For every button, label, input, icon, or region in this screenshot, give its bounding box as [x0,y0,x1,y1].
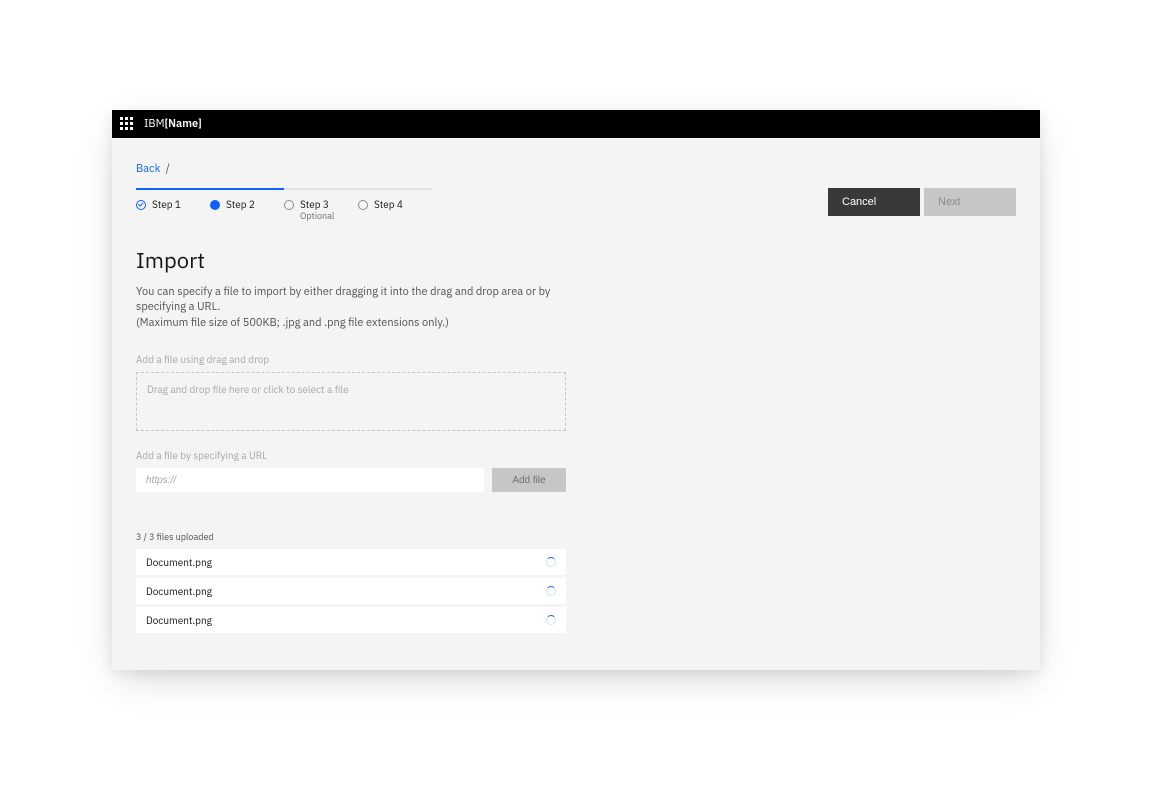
incomplete-step-icon [284,200,294,210]
step-label: Step 3 [300,198,329,211]
step-label: Step 2 [226,198,255,211]
step-3[interactable]: Step 3 Optional [284,188,358,222]
action-buttons: Cancel Next [828,188,1016,216]
breadcrumb: Back / [136,162,1016,176]
file-name: Document.png [146,614,212,627]
back-link[interactable]: Back [136,162,160,176]
left-column: Step 1 Step 2 Step 3 [136,188,566,636]
url-input[interactable] [136,468,484,492]
page-description-line2: (Maximum file size of 500KB; .jpg and .p… [136,316,449,330]
file-row: Document.png [136,549,566,575]
file-row: Document.png [136,607,566,633]
right-column: Cancel Next [606,188,1016,216]
brand-name: [Name] [165,117,202,131]
file-name: Document.png [146,585,212,598]
progress-stepper: Step 1 Step 2 Step 3 [136,188,566,222]
step-sublabel: Optional [300,211,358,222]
content-area: Back / Step 1 [112,138,1040,660]
loading-spinner-icon [546,615,556,625]
current-step-icon [210,200,220,210]
cancel-button[interactable]: Cancel [828,188,920,216]
dropzone-label: Add a file using drag and drop [136,353,566,366]
url-field-label: Add a file by specifying a URL [136,449,566,462]
step-1[interactable]: Step 1 [136,188,210,222]
app-switcher-icon[interactable] [120,117,134,131]
loading-spinner-icon [546,586,556,596]
step-label: Step 4 [374,198,403,211]
breadcrumb-separator: / [166,162,170,176]
app-frame: IBM [Name] Back / Step 1 [112,110,1040,670]
file-dropzone[interactable]: Drag and drop file here or click to sele… [136,372,566,431]
file-name: Document.png [146,556,212,569]
page-description: You can specify a file to import by eith… [136,285,566,331]
page-title: Import [136,246,566,275]
brand-prefix: IBM [144,117,165,131]
incomplete-step-icon [358,200,368,210]
loading-spinner-icon [546,557,556,567]
topbar: IBM [Name] [112,110,1040,138]
upload-count: 3 / 3 files uploaded [136,532,566,543]
add-file-button[interactable]: Add file [492,468,566,492]
step-2[interactable]: Step 2 [210,188,284,222]
url-row: Add file [136,468,566,492]
check-icon [136,200,146,210]
step-label: Step 1 [152,198,181,211]
next-button[interactable]: Next [924,188,1016,216]
step-4[interactable]: Step 4 [358,188,432,222]
main-row: Step 1 Step 2 Step 3 [136,188,1016,636]
file-row: Document.png [136,578,566,604]
page-description-line1: You can specify a file to import by eith… [136,285,550,314]
